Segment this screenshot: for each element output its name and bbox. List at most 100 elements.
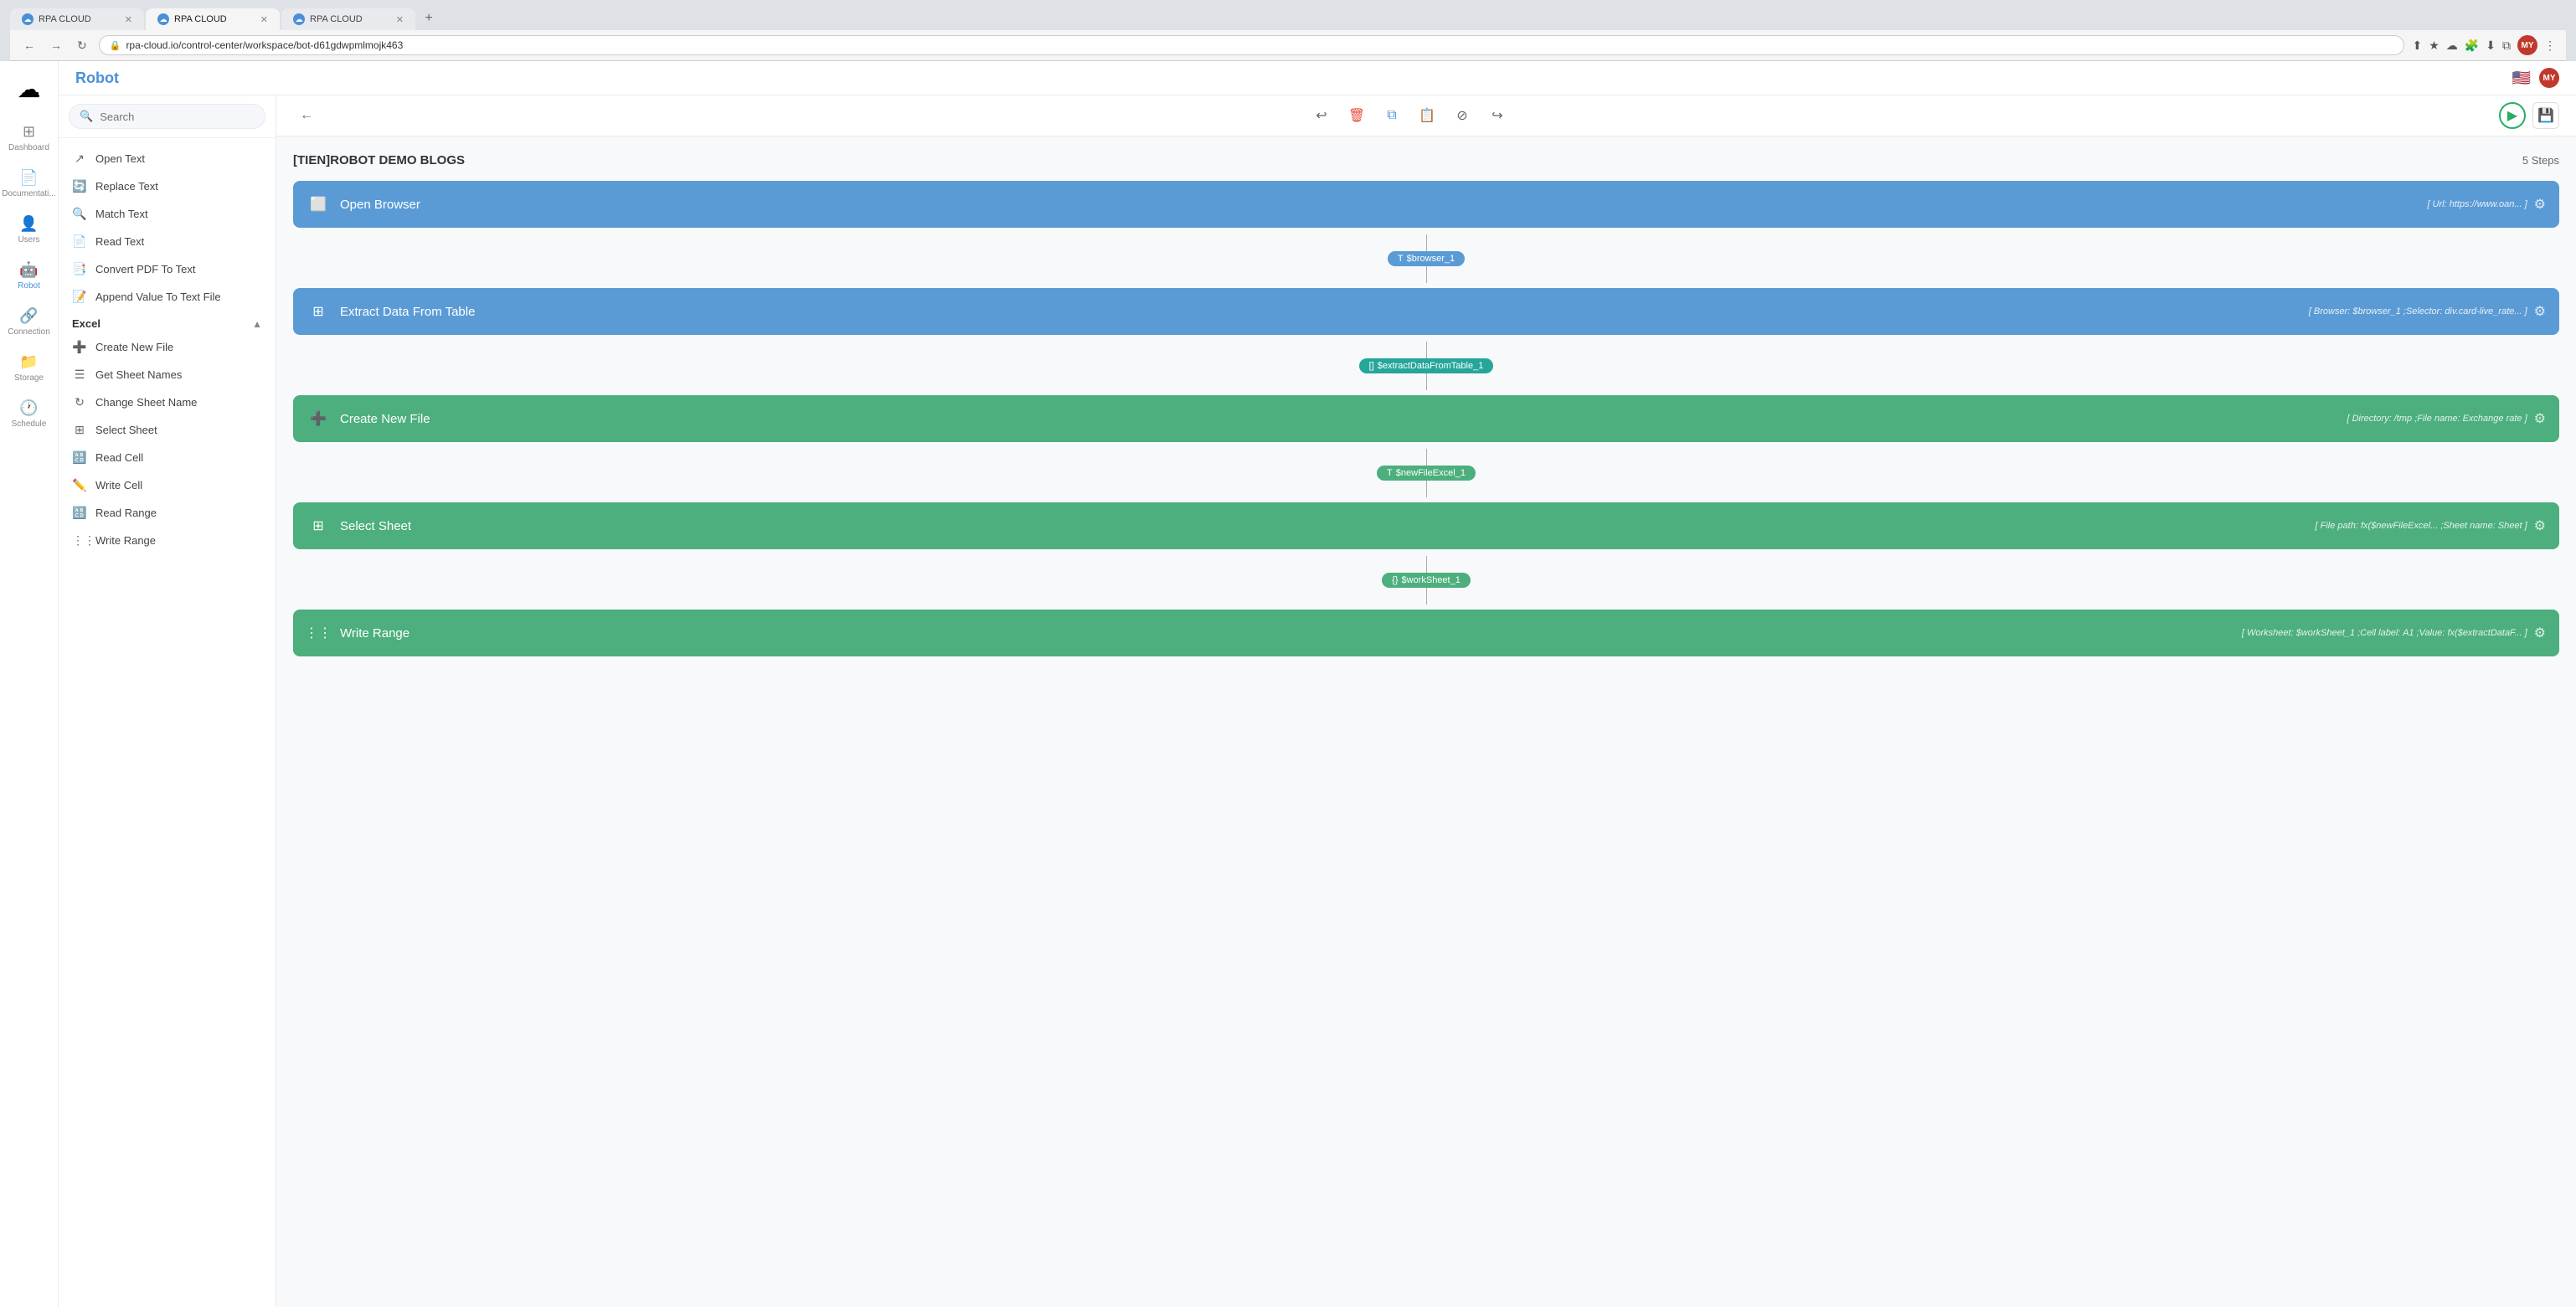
split-screen-icon[interactable]: ⧉ xyxy=(2502,39,2511,53)
sidebar-item-storage[interactable]: 📁 Storage xyxy=(4,347,54,389)
sidebar-label-documentation: Documentati... xyxy=(2,189,55,198)
read-cell-icon: 🔠 xyxy=(72,450,87,465)
panel-item-read-text[interactable]: 📄 Read Text xyxy=(59,228,276,255)
read-cell-label: Read Cell xyxy=(95,451,143,464)
select-sheet-step-params: [ File path: fx($newFileExcel... ;Sheet … xyxy=(2316,521,2527,531)
panel-item-append-value[interactable]: 📝 Append Value To Text File xyxy=(59,283,276,311)
badge-type-3: T xyxy=(1387,468,1393,478)
url-bar[interactable]: 🔒 rpa-cloud.io/control-center/workspace/… xyxy=(99,35,2404,55)
puzzle-icon[interactable]: 🧩 xyxy=(2465,39,2479,53)
forward-button[interactable]: → xyxy=(47,37,65,54)
panel-item-change-sheet-name[interactable]: ↻ Change Sheet Name xyxy=(59,388,276,416)
bookmark-icon[interactable]: ★ xyxy=(2429,39,2439,53)
select-sheet-step-icon: ⊞ xyxy=(307,514,330,538)
panel-item-get-sheet-names[interactable]: ☰ Get Sheet Names xyxy=(59,361,276,388)
badge-text-1: $browser_1 xyxy=(1407,254,1455,264)
schedule-icon: 🕐 xyxy=(19,399,38,417)
tab-2[interactable]: RPA CLOUD ✕ xyxy=(146,8,280,30)
cloud-icon[interactable]: ☁ xyxy=(2446,39,2458,53)
panel-item-read-cell[interactable]: 🔠 Read Cell xyxy=(59,444,276,471)
tab-favicon-2 xyxy=(157,13,169,25)
open-browser-icon: ⬜ xyxy=(307,193,330,216)
panel-item-replace-text[interactable]: 🔄 Replace Text xyxy=(59,172,276,200)
panel-item-read-range[interactable]: 🔠 Read Range xyxy=(59,499,276,527)
panel-item-open-text[interactable]: ↗ Open Text xyxy=(59,145,276,172)
browser-chrome: RPA CLOUD ✕ RPA CLOUD ✕ RPA CLOUD ✕ + ← … xyxy=(0,0,2576,61)
get-sheet-names-icon: ☰ xyxy=(72,368,87,382)
search-box[interactable]: 🔍 xyxy=(69,104,265,129)
app-title: Robot xyxy=(75,69,119,87)
connector-line-2b xyxy=(1426,373,1427,390)
select-sheet-label: Select Sheet xyxy=(95,424,157,436)
sidebar-item-dashboard[interactable]: ⊞ Dashboard xyxy=(4,116,54,159)
action-panel: 🔍 ↗ Open Text 🔄 Replace Text � xyxy=(59,95,276,1307)
sidebar-item-connection[interactable]: 🔗 Connection xyxy=(4,301,54,343)
connector-line-3 xyxy=(1426,449,1427,466)
toolbar-center: ↩ 🗑 ⧉ 📋 ⊘ ↪ xyxy=(1308,102,1511,129)
delete-button[interactable]: 🗑 xyxy=(1343,102,1370,129)
flow-area: ← ↩ 🗑 ⧉ 📋 ⊘ ↪ ▶ 💾 xyxy=(276,95,2576,1307)
user-profile-avatar[interactable]: MY xyxy=(2539,68,2559,88)
create-new-file-icon: ➕ xyxy=(72,340,87,354)
panel-list: ↗ Open Text 🔄 Replace Text 🔍 Match Text … xyxy=(59,138,276,1307)
app-header: Robot 🇺🇸 MY xyxy=(59,61,2576,95)
write-range-settings-icon[interactable]: ⚙ xyxy=(2534,625,2546,641)
tab-close-2[interactable]: ✕ xyxy=(260,14,268,25)
badge-text-4: $workSheet_1 xyxy=(1402,575,1461,585)
step-write-range: ⋮⋮ Write Range [ Worksheet: $workSheet_1… xyxy=(293,610,2559,656)
sidebar-label-connection: Connection xyxy=(8,327,50,337)
run-button[interactable]: ▶ xyxy=(2499,102,2526,129)
create-file-settings-icon[interactable]: ⚙ xyxy=(2534,410,2546,427)
open-browser-params: [ Url: https://www.oan... ] xyxy=(2427,199,2527,209)
extract-data-settings-icon[interactable]: ⚙ xyxy=(2534,303,2546,320)
excel-section-toggle[interactable]: ▲ xyxy=(252,318,262,330)
sidebar-item-documentation[interactable]: 📄 Documentati... xyxy=(4,162,54,205)
panel-item-write-range[interactable]: ⋮⋮ Write Range xyxy=(59,527,276,554)
menu-icon[interactable]: ⋮ xyxy=(2544,39,2556,53)
panel-item-select-sheet[interactable]: ⊞ Select Sheet xyxy=(59,416,276,444)
output-badge-worksheet: {} $workSheet_1 xyxy=(1382,573,1471,588)
block-button[interactable]: ⊘ xyxy=(1449,102,1476,129)
panel-item-create-new-file[interactable]: ➕ Create New File xyxy=(59,333,276,361)
sidebar-item-robot[interactable]: 🤖 Robot xyxy=(4,255,54,297)
sidebar-label-robot: Robot xyxy=(18,281,40,291)
reload-button[interactable]: ↻ xyxy=(74,37,90,54)
tab-1[interactable]: RPA CLOUD ✕ xyxy=(10,8,144,30)
tab-close-1[interactable]: ✕ xyxy=(125,14,132,25)
search-input[interactable] xyxy=(100,111,255,123)
download-page-icon[interactable]: ⬆ xyxy=(2413,39,2423,53)
open-browser-settings-icon[interactable]: ⚙ xyxy=(2534,196,2546,213)
copy-button[interactable]: ⧉ xyxy=(1378,102,1405,129)
extensions-icon[interactable]: ⬇ xyxy=(2486,39,2496,53)
back-button[interactable]: ← xyxy=(20,37,39,54)
paste-button[interactable]: 📋 xyxy=(1414,102,1440,129)
redo-button[interactable]: ↪ xyxy=(1484,102,1511,129)
append-value-label: Append Value To Text File xyxy=(95,291,221,303)
new-tab-button[interactable]: + xyxy=(417,7,440,30)
user-avatar[interactable]: MY xyxy=(2517,35,2537,55)
step-select-sheet-header[interactable]: ⊞ Select Sheet [ File path: fx($newFileE… xyxy=(293,502,2559,549)
replace-text-icon: 🔄 xyxy=(72,179,87,193)
sidebar-item-schedule[interactable]: 🕐 Schedule xyxy=(4,393,54,435)
tab-3[interactable]: RPA CLOUD ✕ xyxy=(281,8,415,30)
panel-item-match-text[interactable]: 🔍 Match Text xyxy=(59,200,276,228)
step-write-range-header[interactable]: ⋮⋮ Write Range [ Worksheet: $workSheet_1… xyxy=(293,610,2559,656)
step-extract-data-header[interactable]: ⊞ Extract Data From Table [ Browser: $br… xyxy=(293,288,2559,335)
lock-icon: 🔒 xyxy=(110,40,121,51)
select-sheet-settings-icon[interactable]: ⚙ xyxy=(2534,517,2546,534)
panel-item-write-cell[interactable]: ✏️ Write Cell xyxy=(59,471,276,499)
url-text: rpa-cloud.io/control-center/workspace/bo… xyxy=(126,39,403,51)
step-create-file-header[interactable]: ➕ Create New File [ Directory: /tmp ;Fil… xyxy=(293,395,2559,442)
undo-button[interactable]: ↩ xyxy=(1308,102,1335,129)
save-button[interactable]: 💾 xyxy=(2532,102,2559,129)
toolbar-left: ← xyxy=(293,102,320,129)
back-to-list-button[interactable]: ← xyxy=(293,102,320,129)
panel-item-convert-pdf[interactable]: 📑 Convert PDF To Text xyxy=(59,255,276,283)
create-new-file-label: Create New File xyxy=(95,341,173,353)
step-open-browser-header[interactable]: ⬜ Open Browser [ Url: https://www.oan...… xyxy=(293,181,2559,228)
connection-icon: 🔗 xyxy=(19,307,38,325)
sidebar-item-users[interactable]: 👤 Users xyxy=(4,208,54,251)
tab-close-3[interactable]: ✕ xyxy=(396,14,404,25)
main-content: Robot 🇺🇸 MY 🔍 ↗ O xyxy=(59,61,2576,1307)
language-flag[interactable]: 🇺🇸 xyxy=(2512,69,2531,87)
